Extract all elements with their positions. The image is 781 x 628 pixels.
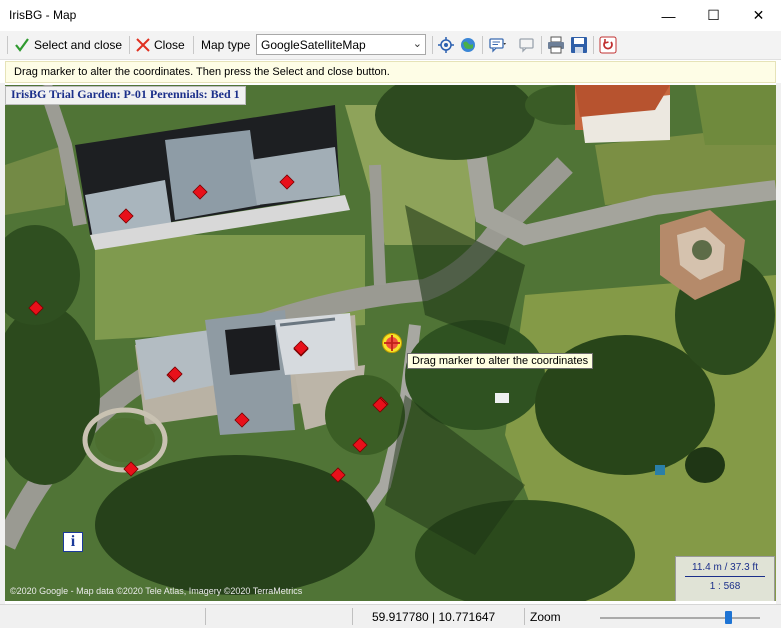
close-label: Close [154, 38, 185, 52]
marker-tooltip: Drag marker to alter the coordinates [407, 353, 594, 369]
info-bar: Drag marker to alter the coordinates. Th… [5, 61, 776, 83]
select-and-close-label: Select and close [34, 38, 123, 52]
scale-line [685, 576, 765, 577]
plant-marker[interactable] [372, 397, 388, 413]
toolbar-separator [432, 36, 433, 54]
coordinates-readout: 59.917780 | 10.771647 [372, 610, 496, 624]
toolbar: Select and close Close Map type GoogleSa… [0, 31, 781, 60]
toolbar-separator [482, 36, 483, 54]
info-message: Drag marker to alter the coordinates. Th… [14, 66, 390, 78]
save-icon[interactable] [570, 36, 588, 54]
checkmark-icon [15, 38, 29, 52]
toolbar-grip [7, 36, 8, 54]
minimize-icon: — [661, 7, 676, 24]
close-icon: ✕ [752, 7, 765, 23]
plant-marker[interactable] [352, 437, 368, 453]
map-type-select[interactable]: GoogleSatelliteMap ⌄ [256, 34, 426, 55]
chevron-down-icon: ⌄ [412, 38, 422, 50]
garden-bed-label: IrisBG Trial Garden: P-01 Perennials: Be… [5, 86, 246, 105]
plant-marker[interactable] [192, 184, 208, 200]
close-button[interactable]: Close [136, 34, 185, 56]
close-window-button[interactable]: ✕ [736, 0, 781, 31]
plant-marker[interactable] [118, 208, 134, 224]
draggable-location-marker[interactable] [381, 332, 403, 354]
plant-marker[interactable] [234, 412, 250, 428]
maximize-icon: ☐ [707, 7, 720, 23]
map-type-value: GoogleSatelliteMap [261, 38, 366, 52]
close-x-icon [136, 38, 150, 52]
zoom-slider-thumb[interactable] [725, 611, 732, 624]
print-icon[interactable] [547, 36, 565, 54]
globe-icon[interactable] [459, 36, 477, 54]
toolbar-separator [129, 36, 130, 54]
plant-marker[interactable] [123, 461, 139, 477]
plant-marker[interactable] [293, 340, 309, 356]
comment-dropdown-icon[interactable] [489, 36, 507, 54]
title-bar: IrisBG - Map — ☐ ✕ [0, 0, 781, 31]
status-bar: 59.917780 | 10.771647 Zoom [0, 604, 781, 628]
zoom-label: Zoom [530, 610, 561, 624]
plant-marker[interactable] [330, 467, 346, 483]
map-view[interactable]: IrisBG Trial Garden: P-01 Perennials: Be… [5, 85, 776, 601]
plant-marker[interactable] [28, 300, 44, 316]
maximize-button[interactable]: ☐ [691, 0, 736, 31]
zoom-slider-track[interactable] [600, 617, 760, 619]
scale-distance: 11.4 m / 37.3 ft [692, 562, 758, 573]
window-title: IrisBG - Map [9, 8, 77, 22]
toolbar-separator [193, 36, 194, 54]
map-type-label: Map type [201, 38, 251, 52]
minimize-button[interactable]: — [646, 0, 691, 31]
map-copyright: ©2020 Google - Map data ©2020 Tele Atlas… [10, 586, 303, 596]
right-edge [776, 83, 781, 604]
map-info-icon[interactable]: i [63, 532, 83, 552]
plant-marker[interactable] [279, 174, 295, 190]
status-divider [352, 608, 353, 625]
comments-icon[interactable] [518, 36, 536, 54]
status-divider [524, 608, 525, 625]
map-scale: 11.4 m / 37.3 ft 1 : 568 [675, 556, 775, 601]
plant-marker[interactable] [167, 366, 183, 382]
locate-icon[interactable] [437, 36, 455, 54]
reset-icon[interactable] [599, 36, 617, 54]
toolbar-separator [541, 36, 542, 54]
status-divider [205, 608, 206, 625]
scale-ratio: 1 : 568 [709, 581, 741, 592]
toolbar-separator [593, 36, 594, 54]
select-and-close-button[interactable]: Select and close [14, 34, 122, 56]
